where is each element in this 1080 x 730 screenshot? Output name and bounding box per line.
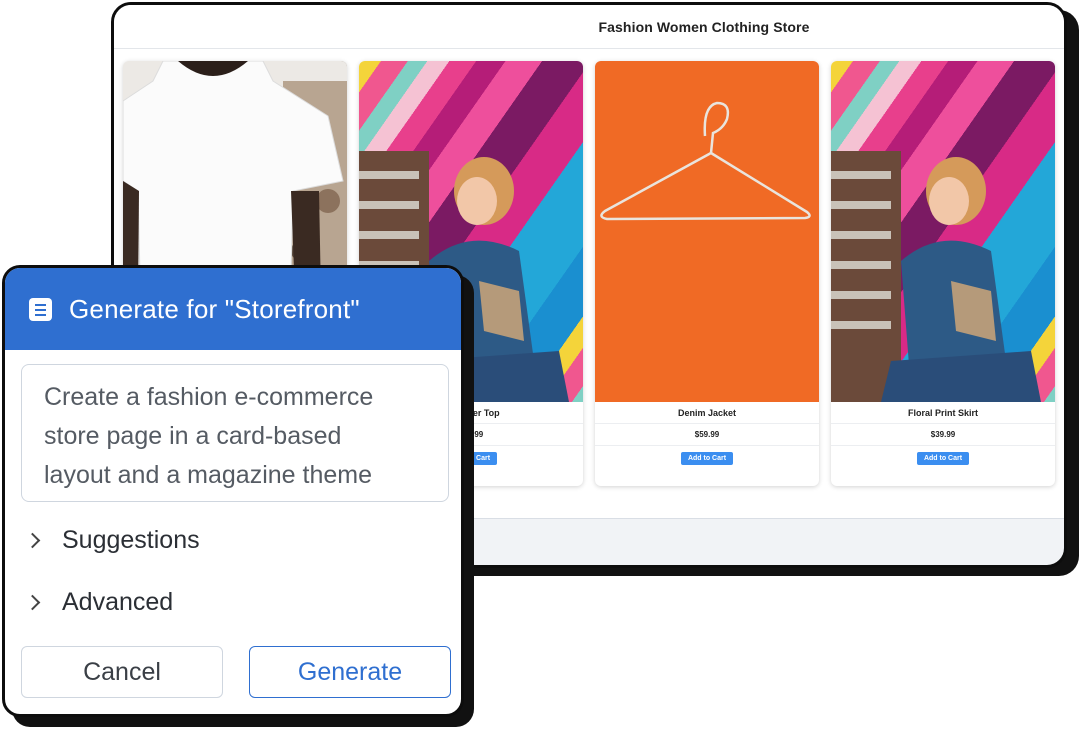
prompt-textarea[interactable]: Create a fashion e-commerce store page i… [21,364,449,502]
chevron-right-icon [24,594,41,610]
product-image-stripes [831,61,1055,402]
add-to-cart-button[interactable]: Add to Cart [680,452,734,465]
product-name: Denim Jacket [595,402,819,424]
hanger-icon [600,101,811,221]
add-to-cart-button[interactable]: Add to Cart [916,452,970,465]
store-header: Fashion Women Clothing Store [114,5,1064,49]
generate-dialog: Generate for "Storefront" Create a fashi… [2,265,464,717]
document-icon [29,297,52,321]
dialog-title: Generate for "Storefront" [69,293,360,324]
suggestions-label: Suggestions [62,525,200,554]
product-card[interactable]: Denim Jacket $59.99 Add to Cart [595,61,819,486]
advanced-expander[interactable]: Advanced [24,584,174,620]
generate-button[interactable]: Generate [249,646,451,698]
product-image-hanger [595,61,819,402]
cancel-button[interactable]: Cancel [21,646,223,698]
product-name: Floral Print Skirt [831,402,1055,424]
product-price: $39.99 [831,424,1055,446]
store-title: Fashion Women Clothing Store [598,18,810,35]
suggestions-expander[interactable]: Suggestions [24,522,200,558]
product-card[interactable]: Floral Print Skirt $39.99 Add to Cart [831,61,1055,486]
advanced-label: Advanced [62,587,174,616]
chevron-right-icon [24,532,41,548]
dialog-header: Generate for "Storefront" [5,268,461,350]
product-price: $59.99 [595,424,819,446]
